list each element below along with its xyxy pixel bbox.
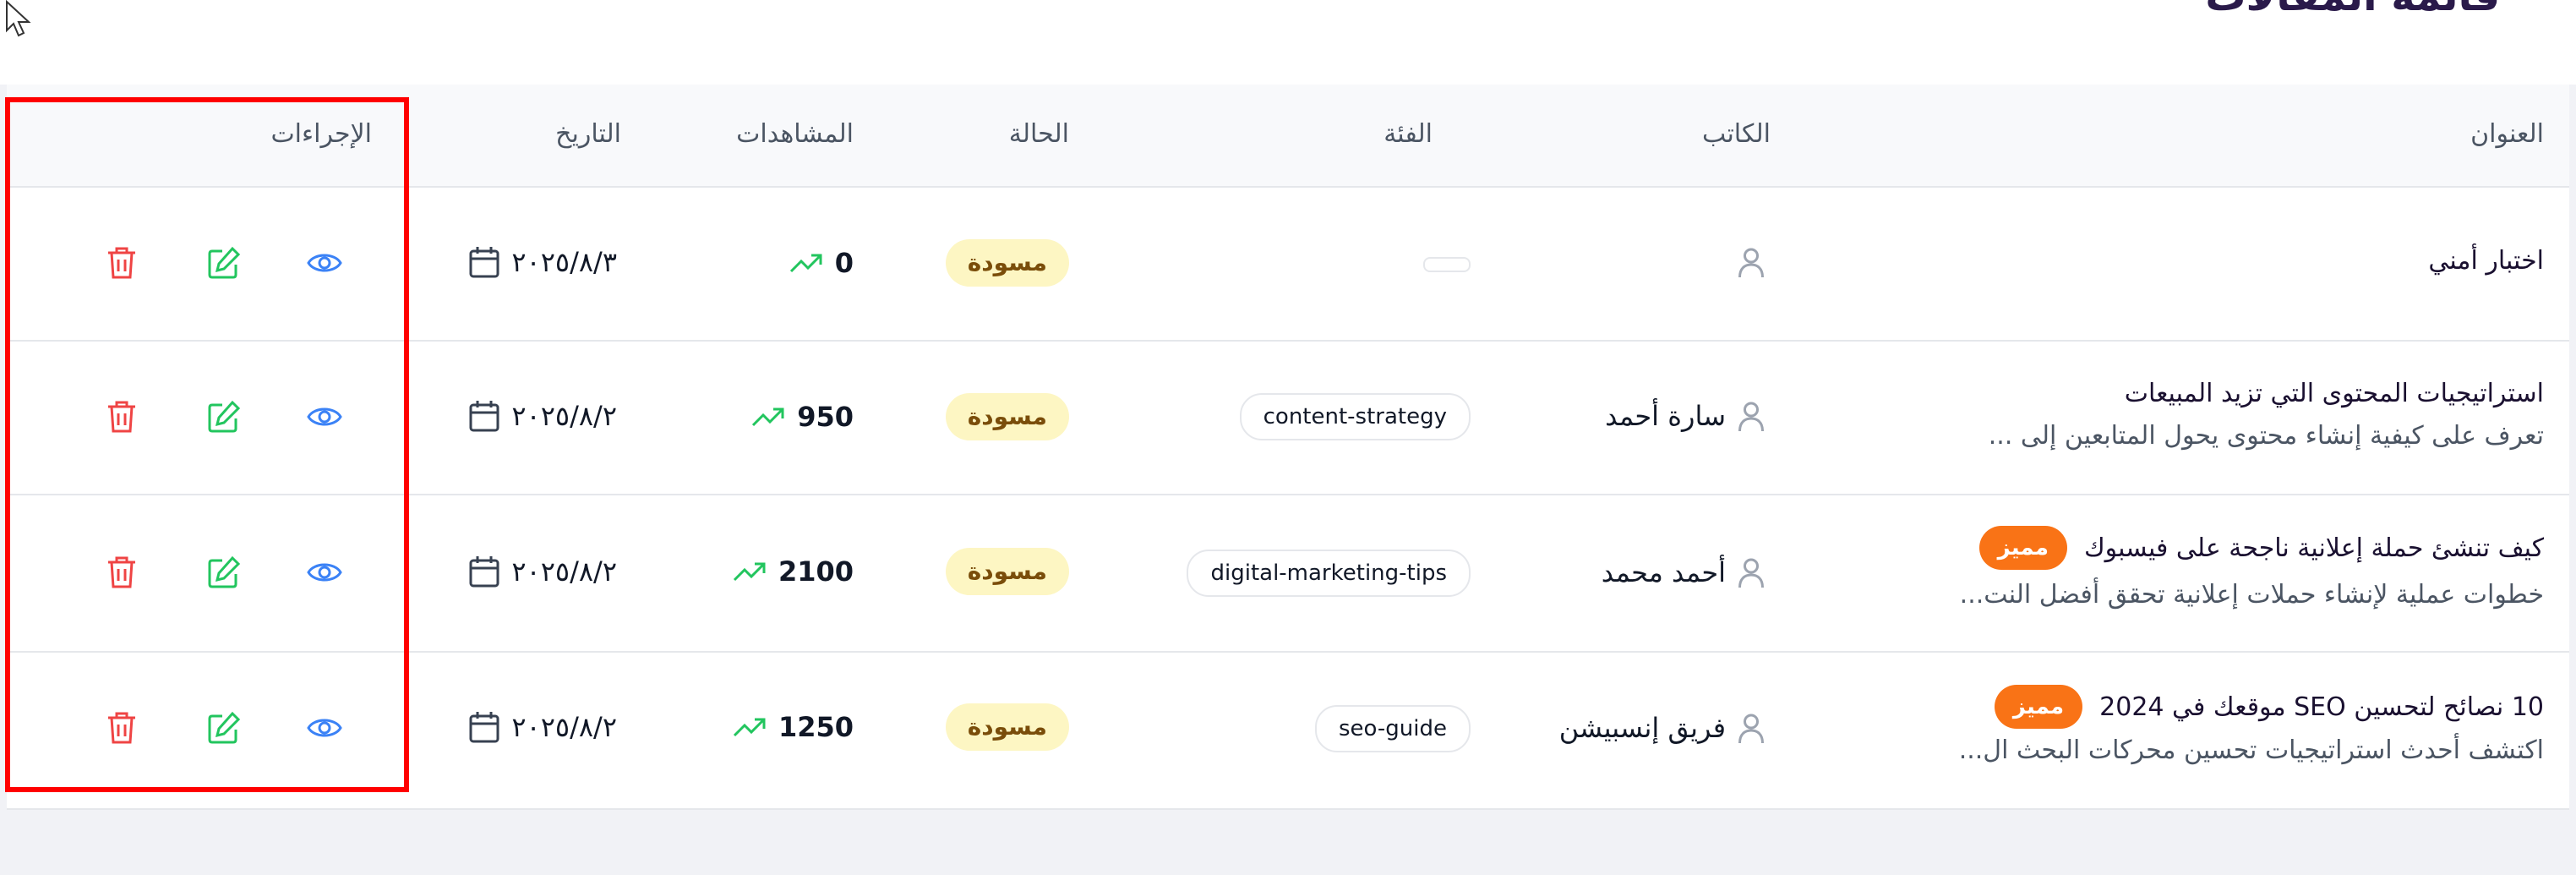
article-title[interactable]: كيف تنشئ حملة إعلانية ناجحة على فيسبوك م… [1978,526,2544,570]
article-excerpt: اكتشف أحدث استراتيجيات تحسين محركات البح… [1958,736,2544,765]
trash-icon[interactable] [103,244,140,282]
status-badge: مسودة [945,703,1069,751]
edit-icon[interactable] [205,244,243,282]
user-icon [1738,402,1764,432]
article-date: ٢٠٢٥/٨/٣ [467,245,617,279]
eye-icon[interactable] [306,709,343,746]
header-status: الحالة [1008,119,1069,149]
views-count: 950 [751,401,854,433]
table-row: كيف تنشئ حملة إعلانية ناجحة على فيسبوك م… [7,494,2569,653]
article-title[interactable]: 10 نصائح لتحسين SEO موقعك في 2024 مميز [1994,685,2544,729]
article-excerpt: خطوات عملية لإنشاء حملات إعلانية تحقق أف… [1959,580,2544,610]
trending-up-icon [789,254,822,273]
category-tag: digital-marketing-tips [1187,550,1471,597]
articles-table: العنوان الكاتب الفئة الحالة المشاهدات ال… [7,85,2569,810]
header-views: المشاهدات [736,119,854,149]
eye-icon[interactable] [306,554,343,591]
page-title: قائمة المقالات [2205,0,2500,20]
status-badge: مسودة [945,393,1069,440]
featured-badge: مميز [1978,526,2067,570]
article-author: فريق إنسبيشن [1559,711,1766,745]
category-tag [1423,257,1471,272]
table-row: اختبار أمني مسودة 0 ٢٠٢٥/٨/٣ [7,186,2569,342]
calendar-icon [469,401,499,432]
article-date: ٢٠٢٥/٨/٢ [467,710,617,744]
header-title: العنوان [2470,119,2544,149]
calendar-icon [469,247,499,278]
table-row: 10 نصائح لتحسين SEO موقعك في 2024 مميز ا… [7,651,2569,807]
featured-badge: مميز [1994,685,2083,729]
top-bar: قائمة المقالات [0,0,2576,85]
article-author [1726,245,1766,279]
eye-icon[interactable] [306,244,343,282]
status-badge: مسودة [945,239,1069,287]
table-header: العنوان الكاتب الفئة الحالة المشاهدات ال… [7,85,2569,188]
status-badge: مسودة [945,548,1069,595]
article-excerpt: تعرف على كيفية إنشاء محتوى يحول المتابعي… [1988,421,2544,451]
category-tag: content-strategy [1239,393,1471,440]
calendar-icon [469,556,499,588]
table-row: استراتيجيات المحتوى التي تزيد المبيعات ت… [7,340,2569,495]
trash-icon[interactable] [103,398,140,435]
article-author: أحمد محمد [1602,555,1766,589]
header-author: الكاتب [1702,119,1771,149]
trash-icon[interactable] [103,709,140,746]
edit-icon[interactable] [205,554,243,591]
user-icon [1738,558,1764,588]
views-count: 0 [789,247,854,279]
user-icon [1738,248,1764,278]
edit-icon[interactable] [205,398,243,435]
calendar-icon [469,712,499,743]
trending-up-icon [733,718,766,737]
views-count: 1250 [733,711,854,743]
edit-icon[interactable] [205,709,243,746]
header-category: الفئة [1384,119,1433,149]
article-title[interactable]: اختبار أمني [2428,246,2544,276]
trash-icon[interactable] [103,554,140,591]
category-tag: seo-guide [1314,705,1471,752]
article-date: ٢٠٢٥/٨/٢ [467,399,617,433]
trending-up-icon [733,562,766,582]
header-actions: الإجراءات [270,119,372,149]
article-author: سارة أحمد [1605,399,1766,433]
user-icon [1738,714,1764,744]
article-date: ٢٠٢٥/٨/٢ [467,555,617,588]
header-date: التاريخ [555,119,621,149]
mouse-cursor-icon [6,0,31,37]
trending-up-icon [752,407,784,427]
eye-icon[interactable] [306,398,343,435]
article-title[interactable]: استراتيجيات المحتوى التي تزيد المبيعات [2125,379,2544,408]
views-count: 2100 [733,555,854,588]
